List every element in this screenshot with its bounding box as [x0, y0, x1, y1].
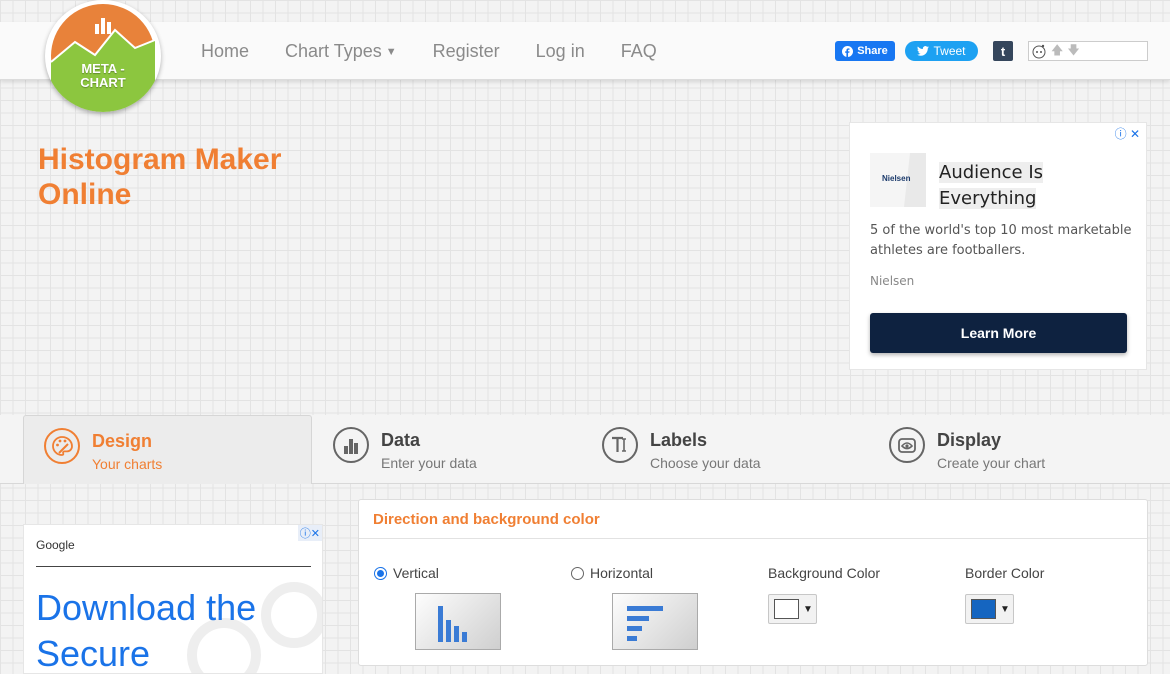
google-ad-label: Google: [36, 538, 75, 552]
downvote-arrow-icon[interactable]: 🡇: [1067, 41, 1079, 62]
nielsen-logo-text: Nielsen: [882, 174, 911, 183]
logo-text-line1: META -: [81, 61, 125, 76]
direction-vertical-option[interactable]: Vertical: [374, 565, 439, 581]
direction-background-panel: Direction and background color Vertical …: [358, 499, 1148, 666]
tab-data-title: Data: [381, 430, 421, 450]
twitter-bird-icon: [917, 46, 930, 56]
tab-design-title: Design: [92, 431, 153, 451]
nav-register[interactable]: Register: [433, 41, 500, 62]
reddit-vote-widget[interactable]: 🡅 🡇: [1028, 41, 1148, 61]
facebook-icon: [842, 45, 854, 57]
horizontal-chart-thumbnail[interactable]: [612, 593, 698, 650]
display-eye-icon: [889, 427, 925, 463]
horizontal-label: Horizontal: [590, 565, 654, 581]
tab-labels-title: Labels: [650, 430, 708, 450]
tab-design[interactable]: Design Your charts: [23, 415, 312, 484]
facebook-share-label: Share: [857, 45, 888, 57]
ad-headline-text: Audience Is Everything: [939, 162, 1044, 209]
learn-more-button[interactable]: Learn More: [870, 313, 1127, 353]
vertical-radio[interactable]: [374, 566, 387, 580]
logo-graphic-icon: [50, 4, 156, 112]
ad-description: 5 of the world's top 10 most marketable …: [870, 223, 1132, 258]
nav-faq[interactable]: FAQ: [621, 41, 657, 62]
text-cursor-icon: [602, 427, 638, 463]
background-color-picker[interactable]: ▼: [768, 594, 817, 624]
nav-home[interactable]: Home: [201, 41, 249, 62]
ad-info-close-icon[interactable]: ⓘ ✕: [1115, 125, 1140, 142]
reddit-alien-icon: [1032, 44, 1046, 59]
tab-display-subtitle: Create your chart: [937, 455, 1046, 471]
caret-down-icon: ▼: [1000, 603, 1010, 615]
direction-horizontal-option[interactable]: Horizontal: [571, 565, 653, 581]
upvote-arrow-icon[interactable]: 🡅: [1051, 41, 1063, 62]
background-color-label: Background Color: [768, 565, 881, 581]
tab-data[interactable]: Data Enter your data: [313, 415, 583, 484]
main-nav: Home Chart Types ▼ Register Log in FAQ: [201, 22, 693, 80]
vertical-bars-icon: [438, 606, 467, 642]
tab-labels-subtitle: Choose your data: [650, 455, 761, 471]
tumblr-share-button[interactable]: t: [993, 41, 1013, 61]
border-color-picker[interactable]: ▼: [965, 594, 1014, 624]
nielsen-ad[interactable]: ⓘ ✕ Nielsen Audience Is Everything 5 of …: [849, 122, 1147, 370]
vertical-label: Vertical: [393, 565, 439, 581]
nav-chart-types[interactable]: Chart Types ▼: [285, 41, 397, 62]
logo-text-line2: CHART: [80, 75, 126, 90]
border-color-label: Border Color: [965, 565, 1045, 581]
ad-info-close-icon[interactable]: ⓘ✕: [297, 525, 322, 541]
panel-title: Direction and background color: [359, 500, 1147, 539]
nielsen-logo: Nielsen: [870, 153, 926, 207]
tab-display[interactable]: Display Create your chart: [869, 415, 1149, 484]
horizontal-bars-icon: [627, 606, 663, 641]
palette-icon: [44, 428, 80, 464]
google-ad-headline[interactable]: Download the Secure: [36, 585, 316, 673]
tab-design-subtitle: Your charts: [92, 456, 163, 472]
twitter-tweet-button[interactable]: Tweet: [905, 41, 978, 61]
ad-brand: Nielsen: [870, 274, 915, 288]
caret-down-icon: ▼: [803, 603, 813, 615]
google-ad[interactable]: Google ⓘ✕ Download the Secure: [23, 524, 323, 674]
chevron-down-icon: ▼: [385, 45, 397, 58]
twitter-tweet-label: Tweet: [933, 44, 966, 58]
nav-log-in[interactable]: Log in: [536, 41, 585, 62]
bar-chart-icon: [333, 427, 369, 463]
ad-headline[interactable]: Audience Is Everything: [939, 160, 1139, 212]
horizontal-radio[interactable]: [571, 566, 584, 580]
tumblr-icon: t: [1000, 43, 1006, 59]
meta-chart-logo[interactable]: META - CHART: [45, 0, 161, 112]
tab-display-title: Display: [937, 430, 1002, 450]
facebook-share-button[interactable]: Share: [835, 41, 895, 61]
background-color-swatch: [774, 599, 799, 619]
tab-labels[interactable]: Labels Choose your data: [582, 415, 869, 484]
nav-chart-types-label: Chart Types: [285, 40, 382, 61]
tab-data-subtitle: Enter your data: [381, 455, 477, 471]
border-color-swatch: [971, 599, 996, 619]
page-title: Histogram Maker Online: [38, 143, 282, 211]
vertical-chart-thumbnail[interactable]: [415, 593, 501, 650]
